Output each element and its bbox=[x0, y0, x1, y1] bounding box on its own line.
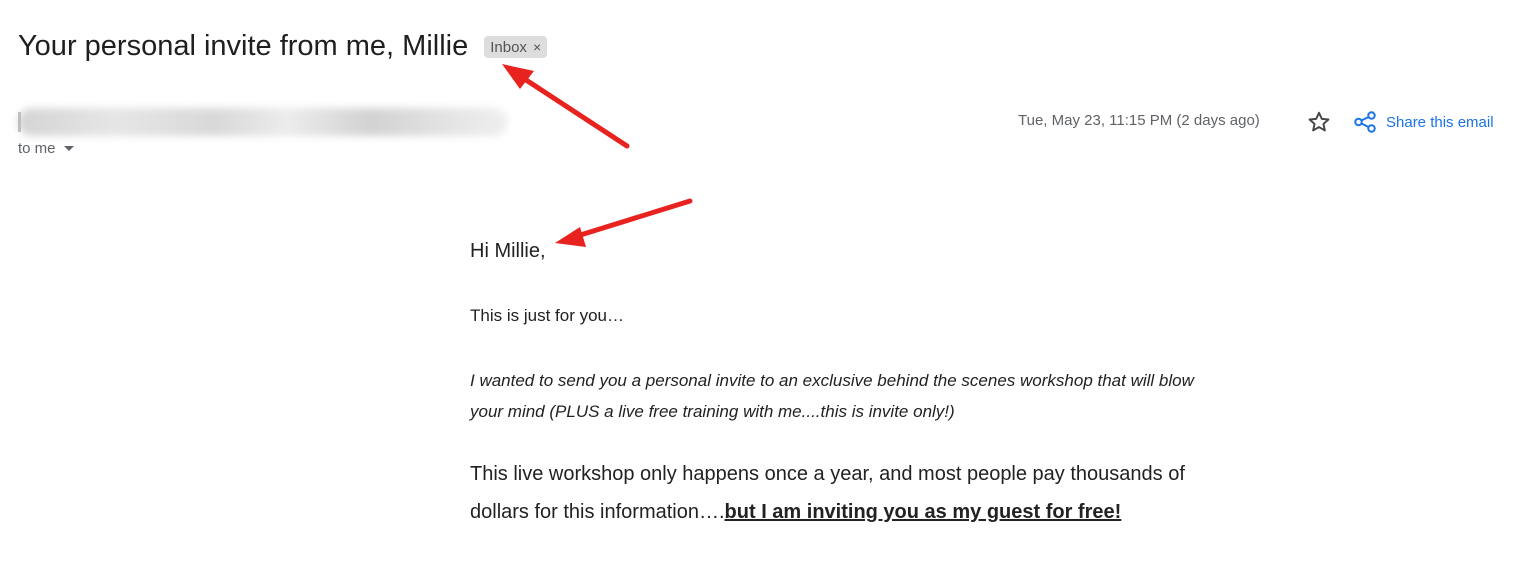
body-paragraph-1: This is just for you… bbox=[470, 306, 624, 325]
inbox-label-chip[interactable]: Inbox × bbox=[484, 36, 548, 58]
email-date: Tue, May 23, 11:15 PM (2 days ago) bbox=[1018, 112, 1260, 129]
share-icon bbox=[1354, 111, 1376, 133]
star-icon bbox=[1308, 111, 1330, 132]
greeting: Hi Millie, bbox=[470, 240, 546, 262]
caret-down-icon bbox=[63, 146, 74, 151]
annotation-arrow-greeting bbox=[555, 198, 693, 247]
star-button[interactable] bbox=[1306, 109, 1332, 135]
share-email-label: Share this email bbox=[1386, 113, 1494, 131]
body-paragraph-3-emphasis[interactable]: but I am inviting you as my guest for fr… bbox=[725, 501, 1122, 523]
subject-row: Your personal invite from me, Millie Inb… bbox=[18, 26, 548, 66]
remove-label-icon[interactable]: × bbox=[533, 39, 541, 55]
body-paragraph-3: This live workshop only happens once a y… bbox=[470, 455, 1230, 531]
share-email-button[interactable]: Share this email bbox=[1352, 109, 1494, 135]
recipient-details-toggle[interactable]: to me bbox=[18, 140, 74, 157]
recipient-text: to me bbox=[18, 140, 56, 157]
body-paragraph-2: I wanted to send you a personal invite t… bbox=[470, 371, 1194, 421]
sender-name-edge bbox=[18, 112, 21, 132]
sender-name-blurred bbox=[18, 108, 508, 136]
inbox-label-text: Inbox bbox=[490, 38, 527, 56]
annotation-arrow-subject bbox=[502, 64, 630, 149]
email-subject: Your personal invite from me, Millie bbox=[18, 30, 469, 62]
